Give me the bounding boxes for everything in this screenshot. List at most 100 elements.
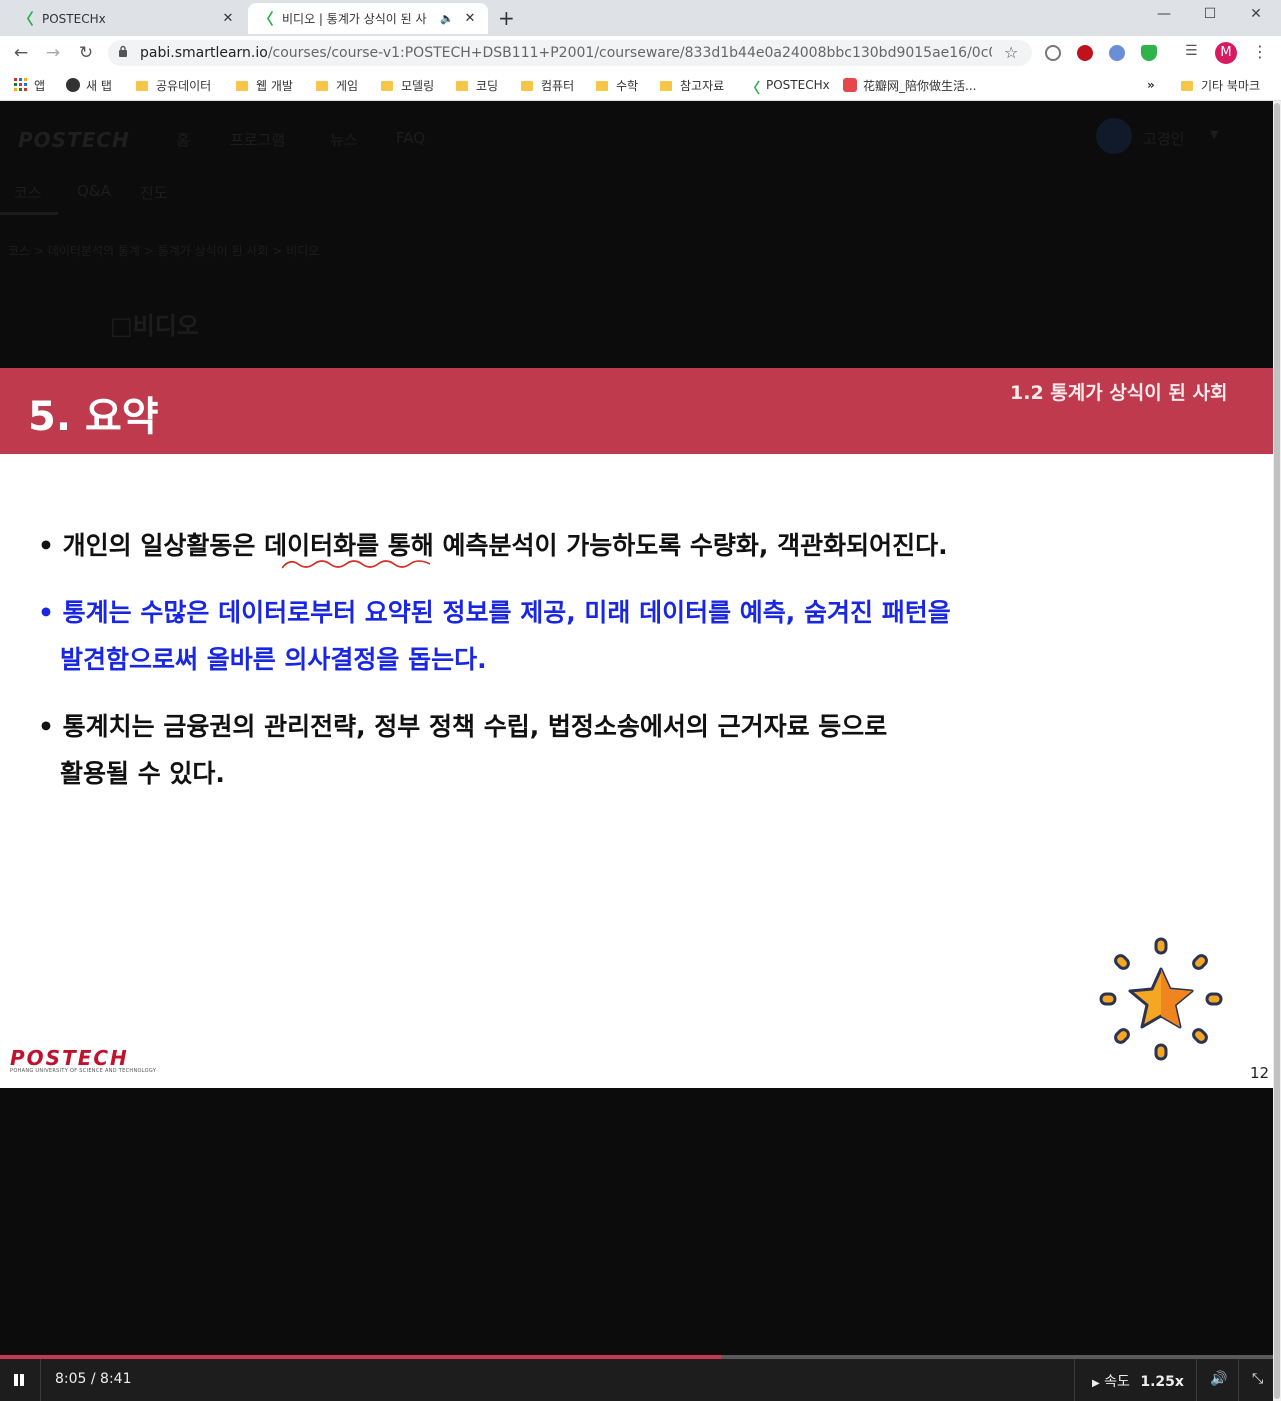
extension-red-icon[interactable] <box>1077 45 1093 61</box>
speed-label: 속도 <box>1104 1374 1130 1390</box>
maximize-button[interactable]: ☐ <box>1187 0 1233 30</box>
nav-programs[interactable]: 프로그램 <box>230 129 285 150</box>
slide-section-title: 1.2 통계가 상식이 된 사회 <box>1010 382 1228 404</box>
bookmark-label: 참고자료 <box>680 78 725 93</box>
scrollbar-thumb[interactable] <box>1274 103 1280 1399</box>
tab-close-icon[interactable]: ✕ <box>220 11 236 26</box>
folder-icon <box>660 81 672 91</box>
folder-icon <box>1181 81 1193 91</box>
pause-icon <box>14 1374 24 1386</box>
folder-icon <box>136 81 148 91</box>
exit-fullscreen-button[interactable]: ⤡ <box>1252 1371 1263 1387</box>
bookmark-folder[interactable]: 참고자료 <box>660 76 724 94</box>
other-bookmarks[interactable]: 기타 북마크 <box>1181 76 1260 94</box>
bookmark-folder[interactable]: 수학 <box>596 76 638 94</box>
folder-icon <box>596 81 608 91</box>
unit-title: □비디오 <box>110 306 199 341</box>
tab-qna[interactable]: Q&A <box>77 182 111 200</box>
volume-button[interactable]: 🔊 <box>1210 1371 1227 1387</box>
bookmark-label: 공유데이터 <box>156 78 212 93</box>
breadcrumb-item[interactable]: 코스 <box>8 244 30 258</box>
nav-faq[interactable]: FAQ <box>396 129 425 147</box>
folder-icon <box>236 81 248 91</box>
time-display: 8:05 / 8:41 <box>55 1371 132 1387</box>
breadcrumb-item[interactable]: 데이터분석의 통계 <box>48 244 140 258</box>
control-divider <box>1238 1359 1239 1401</box>
bookmark-folder[interactable]: 컴퓨터 <box>521 76 574 94</box>
slide-bullet-3-line-2: 활용될 수 있다. <box>60 759 225 788</box>
folder-icon <box>381 81 393 91</box>
bookmark-folder[interactable]: 모델링 <box>381 76 434 94</box>
star-icon <box>1099 937 1223 1061</box>
bookmark-folder[interactable]: 코딩 <box>456 76 498 94</box>
site-logo[interactable]: POSTECH <box>18 128 130 152</box>
breadcrumb-separator: > <box>33 244 44 258</box>
folder-icon <box>456 81 468 91</box>
control-divider <box>1196 1359 1197 1401</box>
tab-progress[interactable]: 진도 <box>140 182 168 203</box>
slide-bullet-2-line-2: 발견함으로써 올바른 의사결정을 돕는다. <box>60 645 487 674</box>
bookmark-star-icon[interactable]: ☆ <box>1004 43 1018 62</box>
postech-logo: POSTECH POHANG UNIVERSITY OF SCIENCE AND… <box>10 1048 156 1074</box>
folder-icon <box>521 81 533 91</box>
bookmark-apps[interactable]: 앱 <box>14 76 45 94</box>
user-menu-caret-icon[interactable]: ▼ <box>1210 128 1218 141</box>
lock-icon[interactable] <box>118 45 128 57</box>
control-divider <box>40 1359 41 1401</box>
logo-subtext: POHANG UNIVERSITY OF SCIENCE AND TECHNOL… <box>10 1068 157 1074</box>
browser-menu-icon[interactable]: ⋮ <box>1252 42 1268 61</box>
apps-icon <box>14 78 28 92</box>
breadcrumb-separator: > <box>143 244 154 258</box>
speed-value: 1.25x <box>1140 1374 1184 1390</box>
tab-course[interactable]: 코스 <box>14 182 42 203</box>
reload-button[interactable]: ↻ <box>75 42 97 64</box>
pause-button[interactable] <box>12 1372 26 1386</box>
extension-cloud-icon[interactable] <box>1045 45 1061 61</box>
control-divider <box>1074 1359 1075 1401</box>
bookmark-label: 새 탭 <box>86 78 112 93</box>
extension-shield-icon[interactable] <box>1141 45 1157 61</box>
url-host: pabi.smartlearn.io <box>140 45 268 61</box>
slide-bullet-3-line-1: • 통계치는 금융권의 관리전략, 정부 정책 수립, 법정소송에서의 근거자료… <box>38 712 888 741</box>
bookmark-label: 모델링 <box>401 78 435 93</box>
bookmark-label: 게임 <box>336 78 359 93</box>
close-window-button[interactable]: ✕ <box>1233 0 1279 30</box>
bookmark-folder[interactable]: 공유데이터 <box>136 76 211 94</box>
exit-fullscreen-icon: ⤡ <box>1252 1371 1264 1387</box>
slide-page-number: 12 <box>1250 1064 1270 1082</box>
minimize-button[interactable]: — <box>1141 0 1187 30</box>
forward-button[interactable]: → <box>42 42 64 64</box>
breadcrumb-item[interactable]: 통계가 상식이 된 사회 <box>158 244 269 258</box>
media-control-icon[interactable]: ☰ <box>1185 43 1198 59</box>
unit-title-text: 비디오 <box>132 312 199 340</box>
postechx-icon: 〈 <box>746 81 760 97</box>
bookmark-folder[interactable]: 웹 개발 <box>236 76 293 94</box>
bookmark-label: POSTECHx <box>766 78 830 92</box>
user-name[interactable]: 고경인 <box>1143 128 1184 149</box>
bookmark-label: 花瓣网_陪你做生活... <box>863 78 977 93</box>
tab-video[interactable]: 〈 비디오 | 통계가 상식이 된 사 🔈 ✕ <box>248 3 488 34</box>
nav-home[interactable]: 홈 <box>176 129 190 150</box>
bookmarks-overflow-button[interactable]: » <box>1147 76 1155 94</box>
new-tab-button[interactable]: + <box>498 6 515 30</box>
profile-avatar[interactable]: M <box>1215 42 1237 64</box>
back-button[interactable]: ← <box>10 42 32 64</box>
huaban-icon <box>843 78 857 92</box>
user-avatar[interactable] <box>1096 118 1132 154</box>
bookmark-icon[interactable]: □ <box>110 312 133 340</box>
nav-news[interactable]: 뉴스 <box>330 129 358 150</box>
bookmark-folder[interactable]: 게임 <box>316 76 358 94</box>
bookmark-label: 컴퓨터 <box>541 78 575 93</box>
bookmark-huaban[interactable]: 花瓣网_陪你做生活... <box>843 76 976 94</box>
bookmark-label: 웹 개발 <box>256 78 293 93</box>
extension-blue-icon[interactable] <box>1109 45 1125 61</box>
tab-close-icon[interactable]: ✕ <box>462 11 478 26</box>
url-text[interactable]: pabi.smartlearn.io/courses/course-v1:POS… <box>140 45 992 61</box>
speed-button[interactable]: ▶ 속도 1.25x <box>1092 1371 1184 1391</box>
bookmark-new-tab[interactable]: 새 탭 <box>66 76 112 94</box>
tab-postechx[interactable]: 〈 POSTECHx ✕ <box>8 3 246 34</box>
breadcrumb-separator: > <box>272 244 283 258</box>
audio-playing-icon[interactable]: 🔈 <box>440 12 454 25</box>
active-tab-indicator <box>0 212 58 215</box>
bookmark-postechx[interactable]: 〈 POSTECHx <box>746 76 830 97</box>
